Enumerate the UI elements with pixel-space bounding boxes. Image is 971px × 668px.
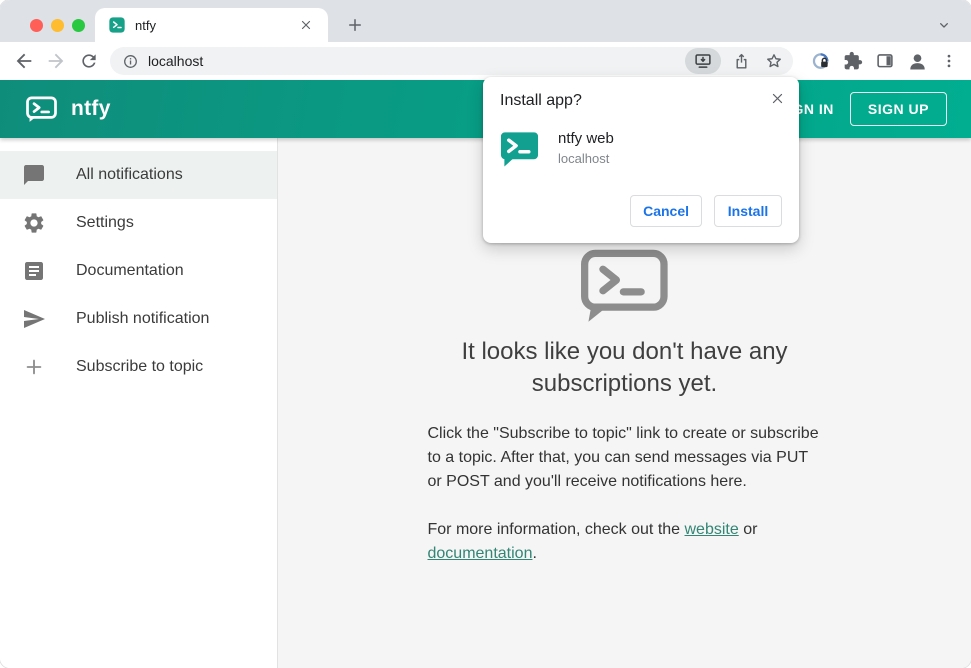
sidebar-item-label: Documentation — [76, 262, 184, 279]
browser-toolbar: localhost — [0, 42, 971, 80]
ntfy-app-icon — [500, 128, 539, 167]
sidebar-item-label: Publish notification — [76, 310, 210, 327]
sidebar-item-label: Settings — [76, 214, 134, 231]
window-close-button[interactable] — [30, 19, 43, 32]
sidebar: All notifications Settings Documentation… — [0, 138, 278, 668]
ntfy-favicon-icon — [109, 17, 125, 33]
window-zoom-button[interactable] — [72, 19, 85, 32]
website-link[interactable]: website — [685, 521, 739, 538]
cancel-button[interactable]: Cancel — [630, 195, 702, 227]
tab-close-icon[interactable] — [296, 15, 316, 35]
menu-kebab-icon[interactable] — [938, 50, 960, 72]
tab-search-chevron-icon[interactable] — [933, 14, 955, 36]
sidebar-item-subscribe-to-topic[interactable]: Subscribe to topic — [0, 343, 277, 391]
url-text[interactable]: localhost — [148, 53, 685, 69]
extensions-puzzle-icon[interactable] — [842, 50, 864, 72]
more-info-text: For more information, check out the — [427, 521, 685, 538]
privacy-extension-icon[interactable] — [810, 50, 832, 72]
dialog-app-origin: localhost — [558, 151, 610, 166]
documentation-link[interactable]: documentation — [428, 545, 533, 562]
browser-tab-ntfy[interactable]: ntfy — [95, 8, 328, 42]
brand-title: ntfy — [71, 97, 111, 120]
tab-title: ntfy — [135, 17, 156, 33]
plus-icon — [22, 355, 46, 379]
site-info-icon[interactable] — [122, 53, 139, 70]
tab-strip: ntfy — [0, 0, 971, 42]
sidebar-item-label: Subscribe to topic — [76, 358, 204, 375]
dialog-title: Install app? — [500, 92, 582, 109]
empty-state-heading: It looks like you don't have any subscri… — [461, 338, 788, 397]
ntfy-empty-state-icon — [428, 248, 822, 326]
back-icon[interactable] — [13, 50, 35, 72]
side-panel-icon[interactable] — [874, 50, 896, 72]
install-app-dialog: Install app? ntfy web localhost Cancel I… — [483, 77, 799, 243]
share-icon[interactable] — [728, 48, 754, 74]
more-info-period: . — [532, 545, 537, 562]
sidebar-item-label: All notifications — [76, 166, 183, 183]
forward-icon — [45, 50, 67, 72]
empty-state-more-info: For more information, check out the webs… — [428, 518, 822, 566]
bookmark-star-icon[interactable] — [761, 48, 787, 74]
new-tab-button[interactable] — [343, 13, 367, 37]
sidebar-item-documentation[interactable]: Documentation — [0, 247, 277, 295]
install-button[interactable]: Install — [714, 195, 782, 227]
chat-bubble-icon — [22, 163, 46, 187]
profile-avatar-icon[interactable] — [906, 50, 928, 72]
install-app-icon[interactable] — [685, 48, 721, 74]
dialog-close-icon[interactable] — [767, 88, 787, 108]
window-minimize-button[interactable] — [51, 19, 64, 32]
sidebar-item-settings[interactable]: Settings — [0, 199, 277, 247]
reload-icon[interactable] — [78, 50, 100, 72]
article-icon — [22, 259, 46, 283]
browser-window: ntfy localhost ntfy SIGN IN SIGN UP All … — [0, 0, 971, 668]
macos-traffic-lights — [30, 19, 85, 32]
address-bar[interactable]: localhost — [110, 47, 793, 75]
sign-up-button[interactable]: SIGN UP — [849, 92, 947, 126]
more-info-or: or — [738, 521, 758, 538]
gear-icon — [22, 211, 46, 235]
sidebar-item-publish-notification[interactable]: Publish notification — [0, 295, 277, 343]
ntfy-logo-icon — [26, 95, 57, 123]
dialog-app-name: ntfy web — [558, 130, 614, 147]
send-icon — [22, 307, 46, 331]
empty-state-paragraph: Click the "Subscribe to topic" link to c… — [427, 425, 819, 490]
sidebar-item-all-notifications[interactable]: All notifications — [0, 151, 277, 199]
